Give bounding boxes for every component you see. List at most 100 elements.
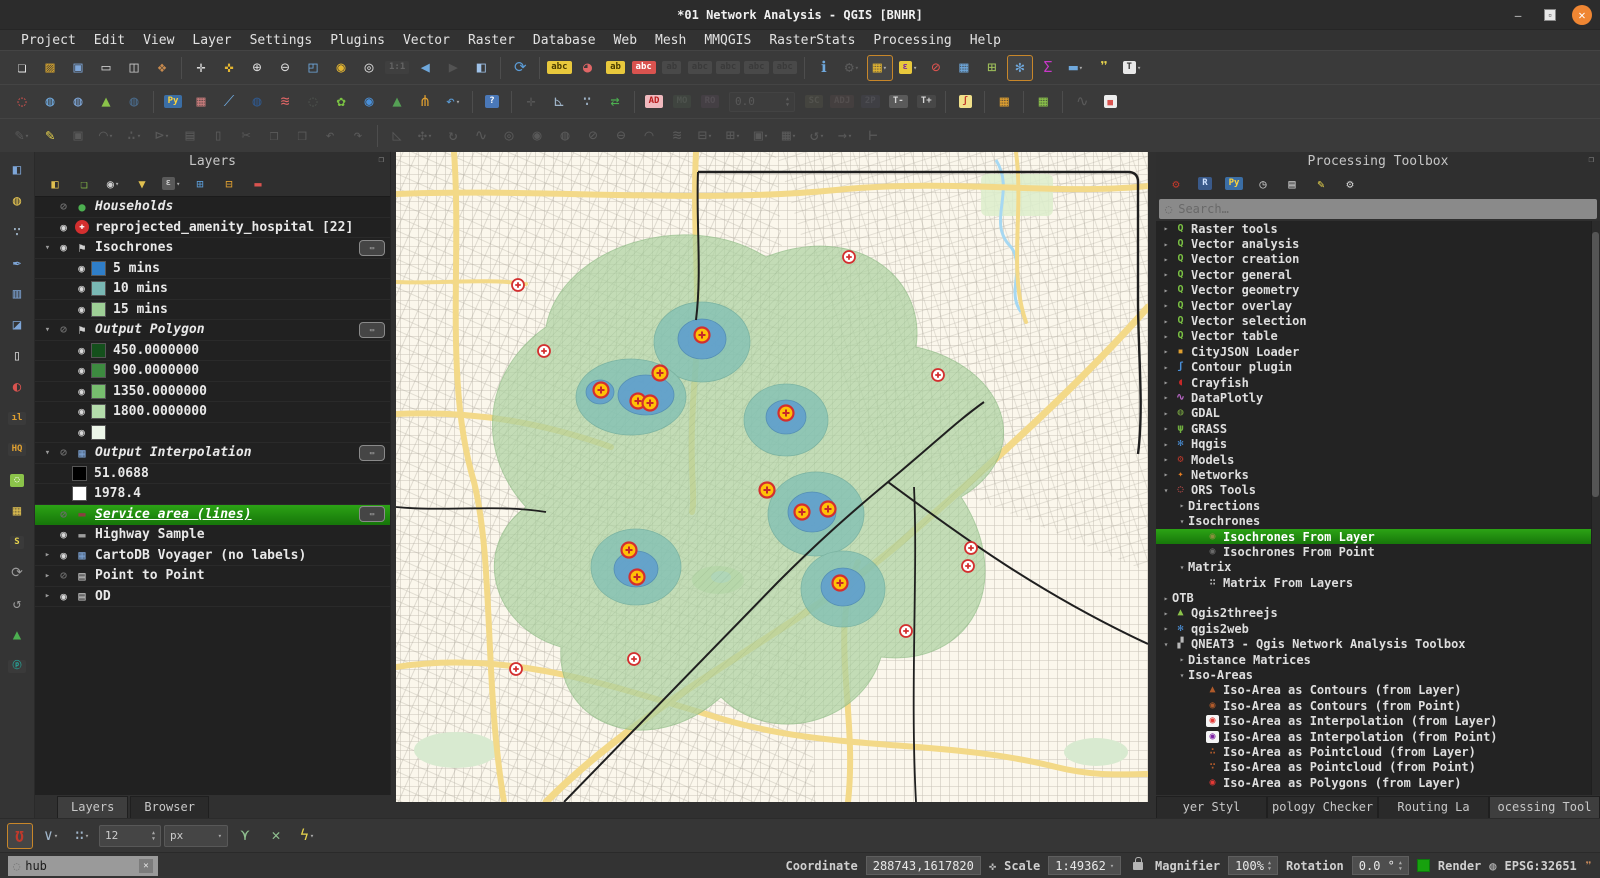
mode-adj-button[interactable]: ADJ: [829, 89, 855, 115]
delete-selected-button[interactable]: ▯: [205, 123, 231, 149]
expand-arrow-icon[interactable]: ▸: [1160, 455, 1172, 464]
scale-select[interactable]: 1:49362▾: [1048, 856, 1121, 875]
processing-hammer-button[interactable]: ⋔: [412, 89, 438, 115]
layout-manager-button[interactable]: ◫: [121, 55, 147, 81]
cad-crosshair-button[interactable]: ✛: [518, 89, 544, 115]
expand-arrow-icon[interactable]: ▸: [1160, 301, 1172, 310]
visibility-eye-icon[interactable]: ⊘: [54, 446, 73, 459]
toolbox-search[interactable]: ◌ Search…: [1159, 199, 1597, 219]
new-map-view-button[interactable]: ◧: [468, 55, 494, 81]
move-feature-button[interactable]: ✣▾: [412, 123, 438, 149]
visibility-eye-icon[interactable]: ◉: [72, 282, 91, 295]
append-features-table-button[interactable]: ▦: [1030, 89, 1056, 115]
cad-ruler-button[interactable]: ◺: [384, 123, 410, 149]
layer-row-cartodb-voyager-no-labels[interactable]: ▸◉▦CartoDB Voyager (no labels): [35, 546, 390, 567]
layer-row-isochrones[interactable]: ▾◉⚑Isochrones▭: [35, 238, 390, 259]
tab-layers[interactable]: Layers: [57, 796, 128, 818]
toolbox-row-models[interactable]: ▸⚙Models: [1156, 452, 1600, 467]
topological-editing-button[interactable]: ⋎: [232, 823, 258, 849]
remove-layer-button[interactable]: ▬: [245, 173, 271, 194]
split-features-button[interactable]: ⊟▾: [692, 123, 718, 149]
data-source-manager-button[interactable]: ◧: [4, 158, 30, 182]
expand-arrow-icon[interactable]: ▾: [1160, 486, 1172, 495]
pan-map-button[interactable]: ✛: [188, 55, 214, 81]
tab-browser[interactable]: Browser: [130, 796, 209, 818]
locator-search[interactable]: ◌ ✕: [8, 856, 158, 876]
label-properties-button[interactable]: abc: [772, 55, 798, 81]
refresh-layers-button[interactable]: ⟳: [4, 561, 30, 585]
expand-arrow-icon[interactable]: ▸: [41, 550, 54, 560]
profile-plot-button[interactable]: ∿: [1069, 89, 1095, 115]
qgis2threejs-button[interactable]: ▲: [93, 89, 119, 115]
zoom-native-button[interactable]: 1:1: [384, 55, 410, 81]
float-panel-icon[interactable]: ❐: [1589, 155, 1594, 165]
delete-ring-button[interactable]: ⊘: [580, 123, 606, 149]
plugin-manager-button[interactable]: ◐: [4, 375, 30, 399]
geopackage-manager-button[interactable]: ▯: [4, 344, 30, 368]
toolbox-row-directions[interactable]: ▸Directions: [1156, 498, 1600, 513]
mouse-tracking-icon[interactable]: ✜: [989, 859, 996, 873]
zoom-full-button[interactable]: ◰: [300, 55, 326, 81]
menu-project[interactable]: Project: [12, 33, 85, 48]
rotation-field[interactable]: 0.0 °▲▼: [1352, 856, 1409, 875]
crs-status[interactable]: EPSG:32651: [1505, 859, 1577, 873]
redo-button[interactable]: ↷: [345, 123, 371, 149]
text-bigger-button[interactable]: T+: [913, 89, 939, 115]
toolbox-row-vector-creation[interactable]: ▸QVector creation: [1156, 252, 1600, 267]
move-label-button[interactable]: ab: [659, 55, 685, 81]
visibility-eye-icon[interactable]: ◉: [54, 549, 73, 562]
text-annotation-button[interactable]: T▾: [1119, 55, 1145, 81]
filter-indicator-icon[interactable]: ▭: [359, 445, 385, 461]
visibility-eye-icon[interactable]: ◉: [72, 303, 91, 316]
layer-row-od[interactable]: ▸◉▤OD: [35, 587, 390, 608]
advanced-digitizing-button[interactable]: AD: [641, 89, 667, 115]
edit-features-in-place-button[interactable]: ✎: [1308, 173, 1334, 194]
python-scripts-button[interactable]: Py: [1221, 173, 1247, 194]
visibility-eye-icon[interactable]: ◉: [54, 528, 73, 541]
undo-button[interactable]: ↶: [317, 123, 343, 149]
snapping-tolerance-input[interactable]: [105, 829, 143, 842]
menu-mmqgis[interactable]: MMQGIS: [695, 33, 760, 48]
geocode-globe-button[interactable]: ◍: [65, 89, 91, 115]
toolbox-row-iso-area-as-contours-from-layer[interactable]: ▲Iso-Area as Contours (from Layer): [1156, 683, 1600, 698]
toolbox-row-qgis2threejs[interactable]: ▸▲Qgis2threejs: [1156, 606, 1600, 621]
menu-view[interactable]: View: [134, 33, 183, 48]
delete-part-button[interactable]: ⊖: [608, 123, 634, 149]
expand-arrow-icon[interactable]: ▾: [1176, 517, 1188, 526]
filter-by-expression-button[interactable]: ε▾: [158, 173, 184, 194]
manage-map-themes-button[interactable]: ◉▾: [100, 173, 126, 194]
toolbox-row-iso-area-as-pointcloud-from-point[interactable]: ∵Iso-Area as Pointcloud (from Point): [1156, 760, 1600, 775]
zoom-in-button[interactable]: ⊕: [244, 55, 270, 81]
new-print-layout-button[interactable]: ▭: [93, 55, 119, 81]
expand-arrow-icon[interactable]: ▸: [1160, 594, 1172, 603]
toolbox-row-ors-tools[interactable]: ▾◌ORS Tools: [1156, 483, 1600, 498]
reload-data-button[interactable]: ↺: [4, 592, 30, 616]
project-save-button[interactable]: ▣: [65, 55, 91, 81]
menu-database[interactable]: Database: [524, 33, 605, 48]
lock-scale-icon[interactable]: [1133, 862, 1143, 870]
toolbox-row-vector-analysis[interactable]: ▸QVector analysis: [1156, 236, 1600, 251]
visibility-eye-icon[interactable]: ◉: [54, 221, 73, 234]
mode-ro-button[interactable]: RO: [697, 89, 723, 115]
layer-row-highway-sample[interactable]: ◉▬Highway Sample: [35, 525, 390, 546]
digitize-curve-button[interactable]: ◠▾: [93, 123, 119, 149]
toolbox-row-matrix-from-layers[interactable]: ∷Matrix From Layers: [1156, 575, 1600, 590]
layer-row-reprojected-amenity-hospital-22[interactable]: ◉✚reprojected_amenity_hospital [22]: [35, 218, 390, 239]
snapping-units-select[interactable]: px ▾: [164, 825, 228, 847]
history-button[interactable]: ◷: [1250, 173, 1276, 194]
menu-processing[interactable]: Processing: [864, 33, 960, 48]
enable-snapping-button[interactable]: Ω: [7, 823, 33, 849]
profile-line-button[interactable]: ⟋: [216, 89, 242, 115]
toolbox-row-networks[interactable]: ▸✦Networks: [1156, 467, 1600, 482]
merge-features-button[interactable]: ▣▾: [748, 123, 774, 149]
python-console-button[interactable]: Py: [160, 89, 186, 115]
expand-arrow-icon[interactable]: ▸: [1176, 655, 1188, 664]
expand-arrow-icon[interactable]: ▾: [41, 448, 54, 458]
toolbox-row-iso-area-as-polygons-from-layer[interactable]: ◉Iso-Area as Polygons (from Layer): [1156, 775, 1600, 790]
results-viewer-button[interactable]: ▤: [1279, 173, 1305, 194]
layer-row-service-area-lines[interactable]: ⊘▬Service area (lines)▭: [35, 505, 390, 526]
options-button[interactable]: ⚙: [1337, 173, 1363, 194]
hqgis-panel-button[interactable]: HQ: [4, 437, 30, 461]
maximize-button[interactable]: ▫: [1544, 9, 1556, 21]
refresh-attributes-button[interactable]: ⇄: [602, 89, 628, 115]
